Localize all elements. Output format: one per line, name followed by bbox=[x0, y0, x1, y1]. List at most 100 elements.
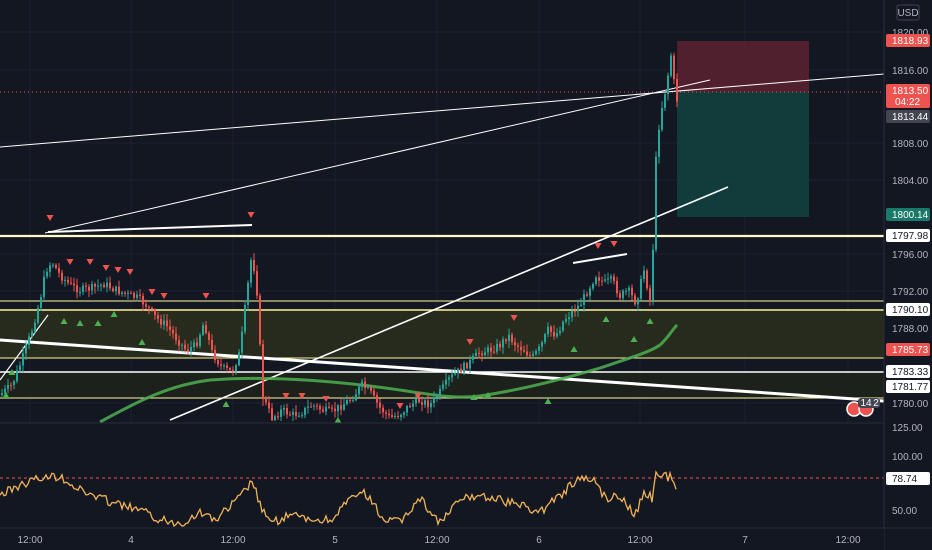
candle-body bbox=[430, 403, 432, 408]
candle-body bbox=[571, 310, 573, 318]
candle-body bbox=[427, 400, 429, 408]
candle-body bbox=[577, 305, 579, 312]
candle-body bbox=[127, 292, 129, 294]
candle-body bbox=[142, 295, 144, 305]
chart-canvas[interactable]: 14 2 USD 1820.001816.001808.001804.00179… bbox=[0, 0, 932, 550]
candle-body bbox=[112, 288, 114, 292]
candle-body bbox=[475, 352, 477, 356]
stop-loss-zone[interactable] bbox=[677, 41, 809, 92]
candle-body bbox=[421, 402, 423, 405]
candle-body bbox=[556, 333, 558, 337]
candle-body bbox=[181, 344, 183, 346]
candle-body bbox=[373, 390, 375, 396]
candle-body bbox=[160, 318, 162, 325]
candle-body bbox=[451, 374, 453, 378]
candle-body bbox=[370, 386, 372, 391]
candle-body bbox=[289, 414, 291, 416]
oscillator-pane[interactable] bbox=[0, 422, 884, 528]
candle-body bbox=[304, 407, 306, 416]
candle-body bbox=[280, 409, 282, 417]
time-tick-label: 12:00 bbox=[220, 535, 245, 546]
price-axis[interactable]: USD 1820.001816.001808.001804.001796.001… bbox=[883, 0, 932, 550]
demand-zone bbox=[0, 310, 884, 358]
candle-body bbox=[7, 384, 9, 389]
candle-body bbox=[595, 277, 597, 284]
candle-body bbox=[94, 284, 96, 287]
candle-body bbox=[391, 415, 393, 417]
candle-body bbox=[550, 326, 552, 332]
candle-body bbox=[634, 295, 636, 305]
candle-body bbox=[286, 407, 288, 415]
candle-body bbox=[589, 288, 591, 296]
candle-body bbox=[34, 322, 36, 332]
candle-body bbox=[541, 342, 543, 347]
candle-body bbox=[124, 292, 126, 294]
candle-body bbox=[445, 379, 447, 385]
candle-body bbox=[214, 349, 216, 361]
candle-body bbox=[313, 405, 315, 407]
candle-body bbox=[487, 347, 489, 353]
time-tick-label: 5 bbox=[332, 535, 338, 546]
price-tick-label: 1780.00 bbox=[892, 399, 929, 410]
candle-body bbox=[658, 129, 660, 157]
indicator-tick-label: 100.00 bbox=[892, 452, 923, 463]
candle-body bbox=[532, 353, 534, 356]
candle-body bbox=[121, 292, 123, 294]
candle-body bbox=[226, 365, 228, 369]
candle-body bbox=[97, 285, 99, 287]
candle-body bbox=[298, 415, 300, 417]
price-tag: 1781.77 bbox=[886, 380, 930, 393]
candle-body bbox=[628, 287, 630, 291]
candle-body bbox=[664, 94, 666, 108]
candle-body bbox=[292, 411, 294, 415]
candle-body bbox=[661, 107, 663, 130]
candle-body bbox=[100, 284, 102, 286]
candle-body bbox=[175, 333, 177, 341]
candle-body bbox=[544, 334, 546, 343]
candle-body bbox=[319, 405, 321, 410]
time-axis[interactable]: 12:00 4 12:00 5 12:00 6 12:00 7 12:00 bbox=[0, 527, 932, 550]
candle-body bbox=[283, 407, 285, 410]
candle-body bbox=[337, 405, 339, 412]
candle-body bbox=[484, 352, 486, 356]
candle-body bbox=[364, 381, 366, 388]
candle-body bbox=[496, 343, 498, 352]
candle-body bbox=[148, 306, 150, 308]
candle-body bbox=[103, 284, 105, 288]
price-tag-label: 1781.77 bbox=[892, 382, 929, 393]
candle-body bbox=[172, 329, 174, 334]
time-tick-label: 4 bbox=[128, 535, 134, 546]
candle-body bbox=[13, 381, 15, 386]
candle-body bbox=[154, 309, 156, 316]
candle-body bbox=[514, 342, 516, 346]
candle-body bbox=[40, 297, 42, 308]
candle-body bbox=[25, 344, 27, 354]
candle-body bbox=[394, 415, 396, 417]
candle-body bbox=[109, 282, 111, 289]
candle-body bbox=[622, 290, 624, 299]
candle-body bbox=[130, 292, 132, 294]
candle-body bbox=[79, 291, 81, 293]
price-tag: 1813.5004:22 bbox=[886, 84, 930, 108]
candle-body bbox=[388, 413, 390, 416]
candle-body bbox=[196, 342, 198, 347]
candle-body bbox=[625, 290, 627, 292]
candle-body bbox=[115, 286, 117, 292]
currency-label: USD bbox=[897, 8, 918, 19]
take-profit-zone[interactable] bbox=[677, 92, 809, 217]
candle-body bbox=[163, 320, 165, 325]
candle-body bbox=[61, 272, 63, 281]
candle-body bbox=[19, 365, 21, 371]
candle-body bbox=[406, 405, 408, 413]
candle-body bbox=[547, 326, 549, 335]
candle-body bbox=[412, 403, 414, 407]
candle-body bbox=[310, 406, 312, 408]
candle-body bbox=[331, 407, 333, 409]
candle-body bbox=[652, 249, 654, 301]
candle-body bbox=[151, 307, 153, 310]
candle-body bbox=[619, 293, 621, 299]
candle-body bbox=[640, 278, 642, 299]
price-tick-label: 1792.00 bbox=[892, 287, 929, 298]
candle-body bbox=[76, 285, 78, 293]
candle-body bbox=[64, 279, 66, 281]
